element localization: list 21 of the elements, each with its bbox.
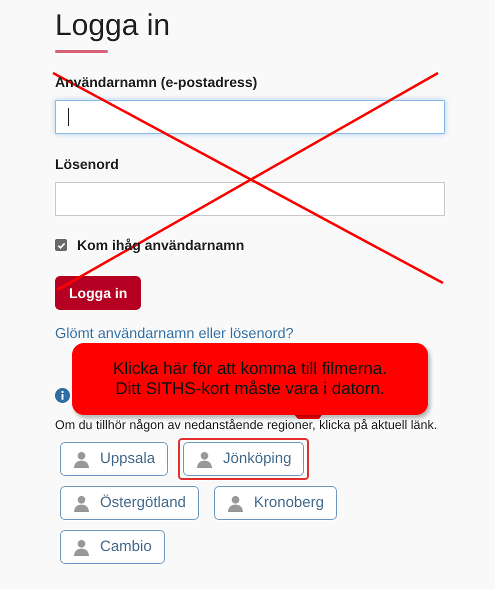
- region-button[interactable]: Kronoberg: [214, 486, 337, 520]
- forgot-link[interactable]: Glömt användarnamn eller lösenord?: [55, 326, 294, 342]
- person-icon: [73, 494, 90, 512]
- callout-text: Ditt SITHS-kort måste vara i datorn.: [115, 379, 385, 400]
- login-button[interactable]: Logga in: [55, 276, 142, 310]
- region-button[interactable]: Östergötland: [60, 486, 199, 520]
- password-field[interactable]: [55, 182, 445, 216]
- info-icon: [55, 388, 70, 403]
- region-button[interactable]: Cambio: [60, 530, 165, 564]
- person-icon: [73, 538, 90, 556]
- field-label: Lösenord: [55, 156, 119, 172]
- person-icon: [73, 450, 90, 468]
- remember-checkbox[interactable]: [55, 239, 67, 251]
- region-button[interactable]: Jönköping: [183, 442, 304, 476]
- username-field[interactable]: [55, 100, 445, 134]
- instruction-text: Om du tillhör någon av nedanstående regioner, klicka på aktuell länk.: [55, 417, 438, 433]
- region-button[interactable]: Uppsala: [60, 442, 168, 476]
- person-icon: [226, 494, 244, 512]
- page-title: Logga in: [55, 8, 172, 44]
- person-icon: [196, 450, 214, 468]
- callout-text: Klicka här för att komma till filmerna.: [113, 358, 387, 379]
